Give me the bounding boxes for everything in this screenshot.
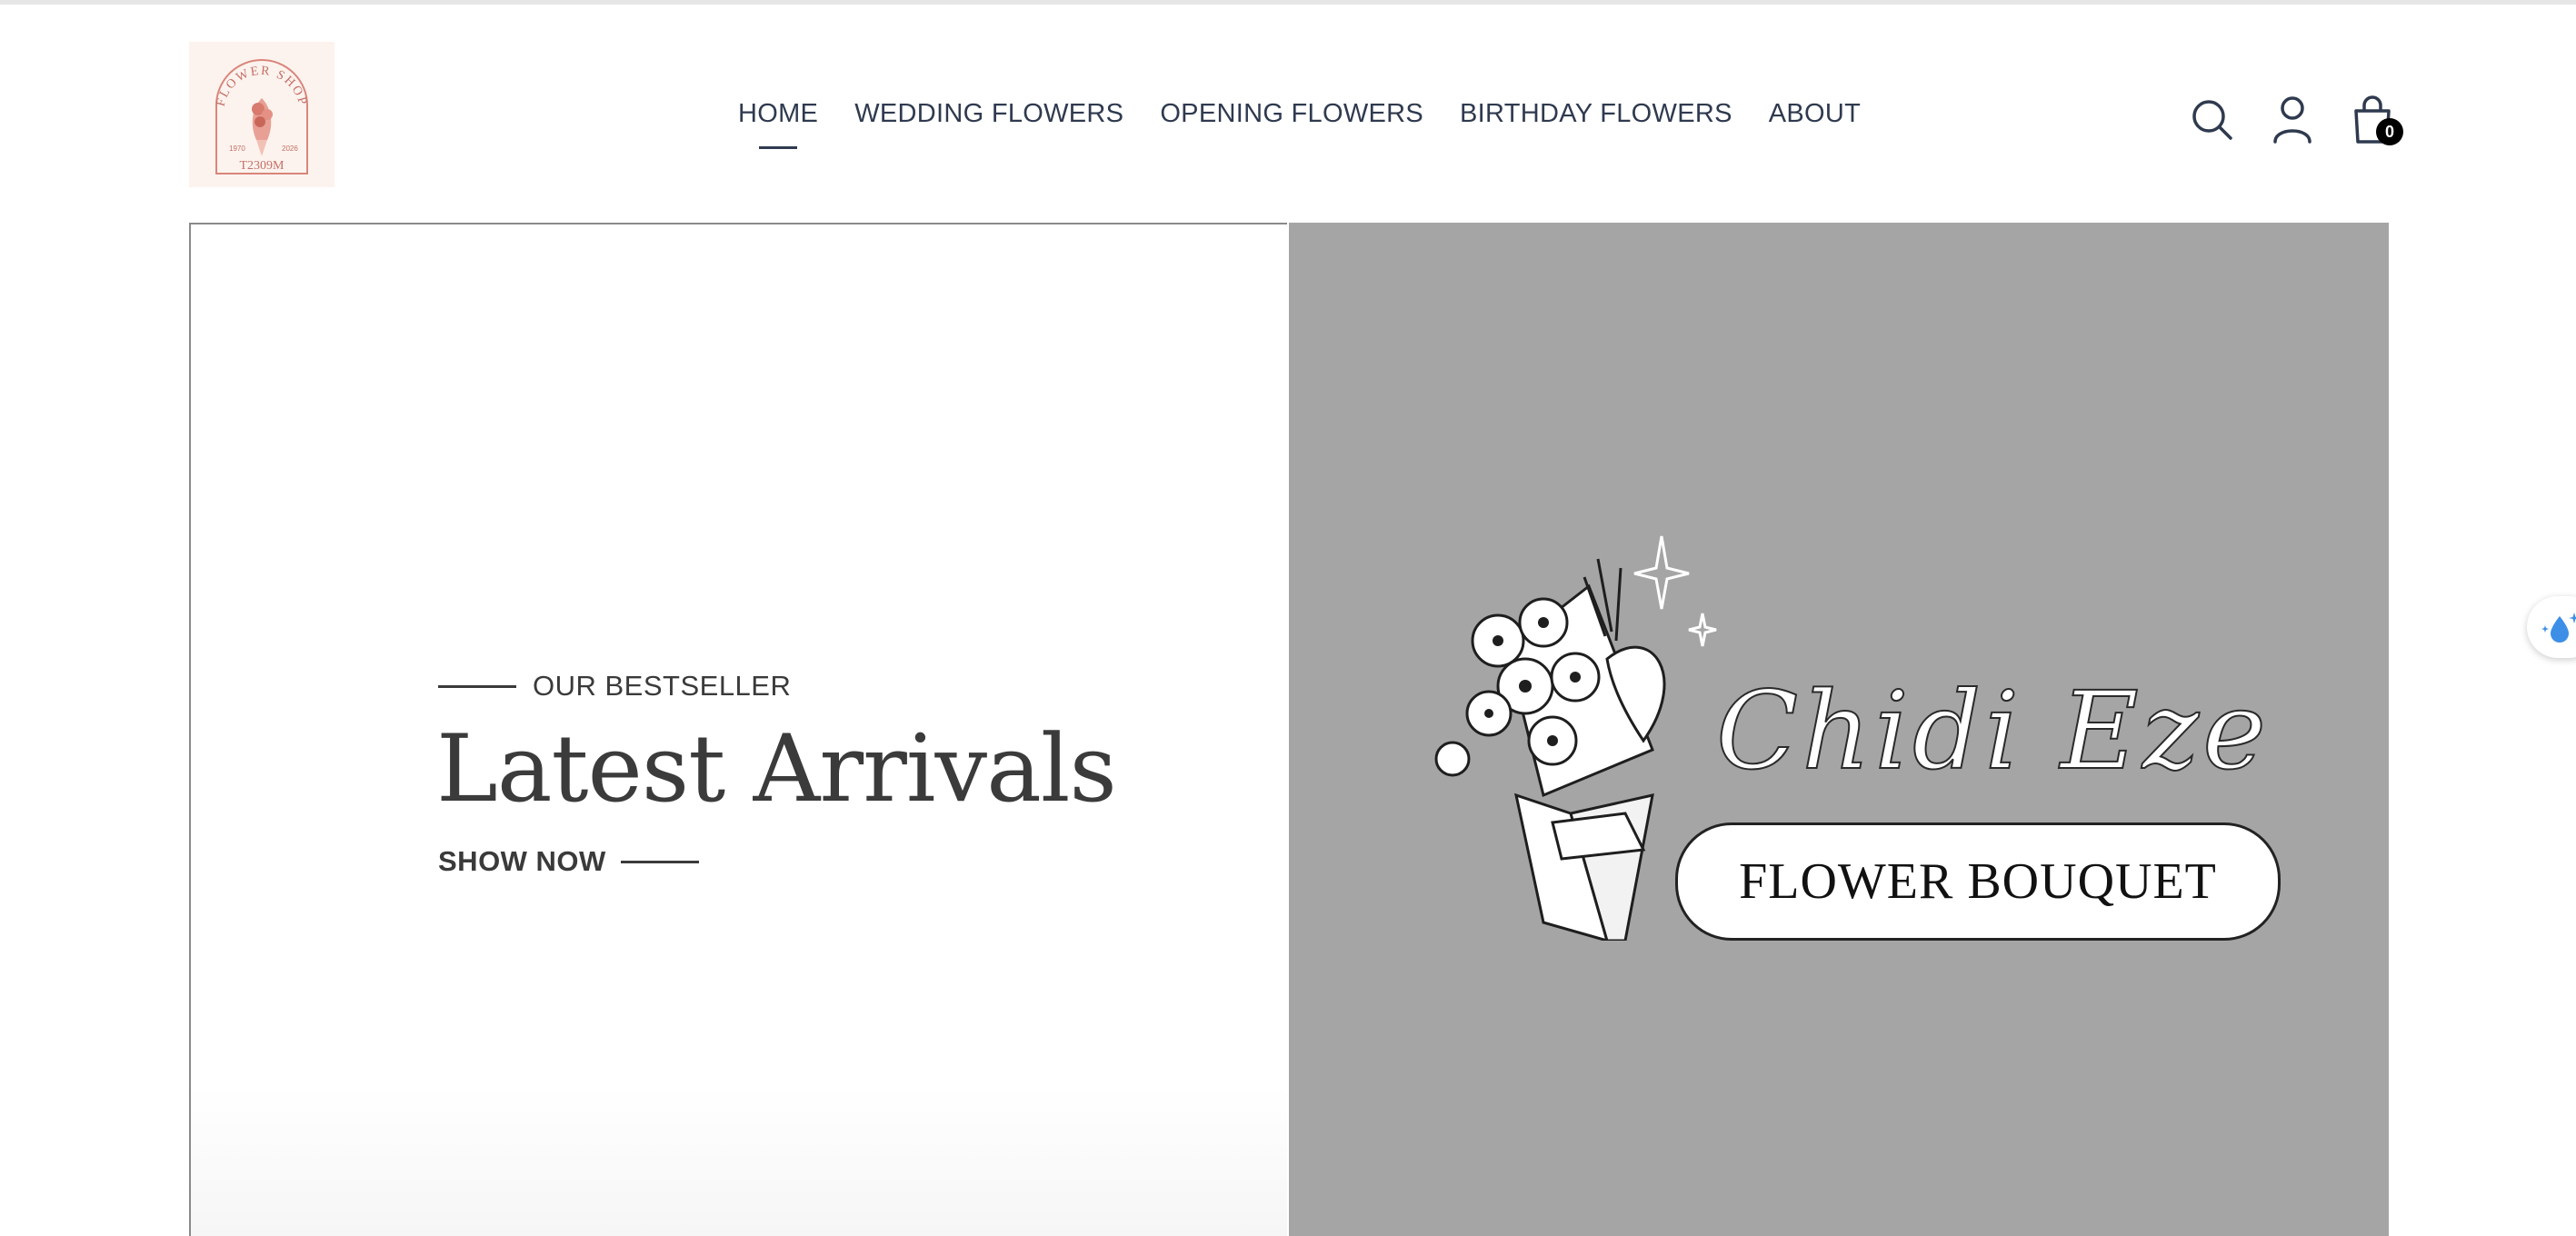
shop-logo[interactable]: FLOWER SHOP 1970 2026 T2309M (189, 42, 334, 187)
floating-assistant-button[interactable] (2527, 596, 2576, 658)
svg-text:T2309M: T2309M (240, 159, 285, 173)
hero-image-panel: Chidi Eze FLOWER BOUQUET (1289, 223, 2389, 1236)
brand-name: Chidi Eze (1715, 667, 2270, 794)
show-now-label: SHOW NOW (438, 845, 606, 877)
search-icon (2192, 100, 2232, 140)
nav-birthday-flowers[interactable]: BIRTHDAY FLOWERS (1460, 99, 1732, 129)
user-icon (2273, 96, 2311, 144)
show-now-link[interactable]: SHOW NOW (438, 845, 699, 878)
sparkle-drop-icon (2541, 613, 2576, 643)
nav-wedding-flowers[interactable]: WEDDING FLOWERS (854, 99, 1123, 129)
cart-count-badge: 0 (2376, 118, 2403, 145)
cta-line (620, 860, 699, 863)
nav-about[interactable]: ABOUT (1769, 99, 1861, 129)
hero-title: Latest Arrivals (436, 715, 1117, 823)
svg-text:2026: 2026 (282, 145, 298, 153)
site-header: FLOWER SHOP 1970 2026 T2309M HOME WEDDIN… (0, 5, 2576, 223)
nav-opening-flowers[interactable]: OPENING FLOWERS (1160, 99, 1423, 129)
cart-button[interactable]: 0 (2347, 93, 2403, 147)
main-navigation: HOME WEDDING FLOWERS OPENING FLOWERS BIR… (738, 91, 1897, 149)
logo-emblem: FLOWER SHOP 1970 2026 T2309M (215, 59, 308, 174)
hero-text-panel: OUR BESTSELLER Latest Arrivals SHOW NOW (189, 223, 1287, 1236)
brand-tagline: FLOWER BOUQUET (1675, 822, 2281, 941)
nav-home[interactable]: HOME (738, 99, 818, 149)
search-button[interactable] (2187, 93, 2238, 147)
header-actions: 0 (2187, 88, 2427, 152)
account-button[interactable] (2267, 93, 2318, 147)
hero-eyebrow: OUR BESTSELLER (438, 670, 791, 703)
hero-banner: OUR BESTSELLER Latest Arrivals SHOW NOW (189, 223, 2389, 1236)
eyebrow-text: OUR BESTSELLER (533, 670, 792, 702)
eyebrow-line (438, 684, 516, 688)
svg-text:1970: 1970 (229, 145, 245, 153)
